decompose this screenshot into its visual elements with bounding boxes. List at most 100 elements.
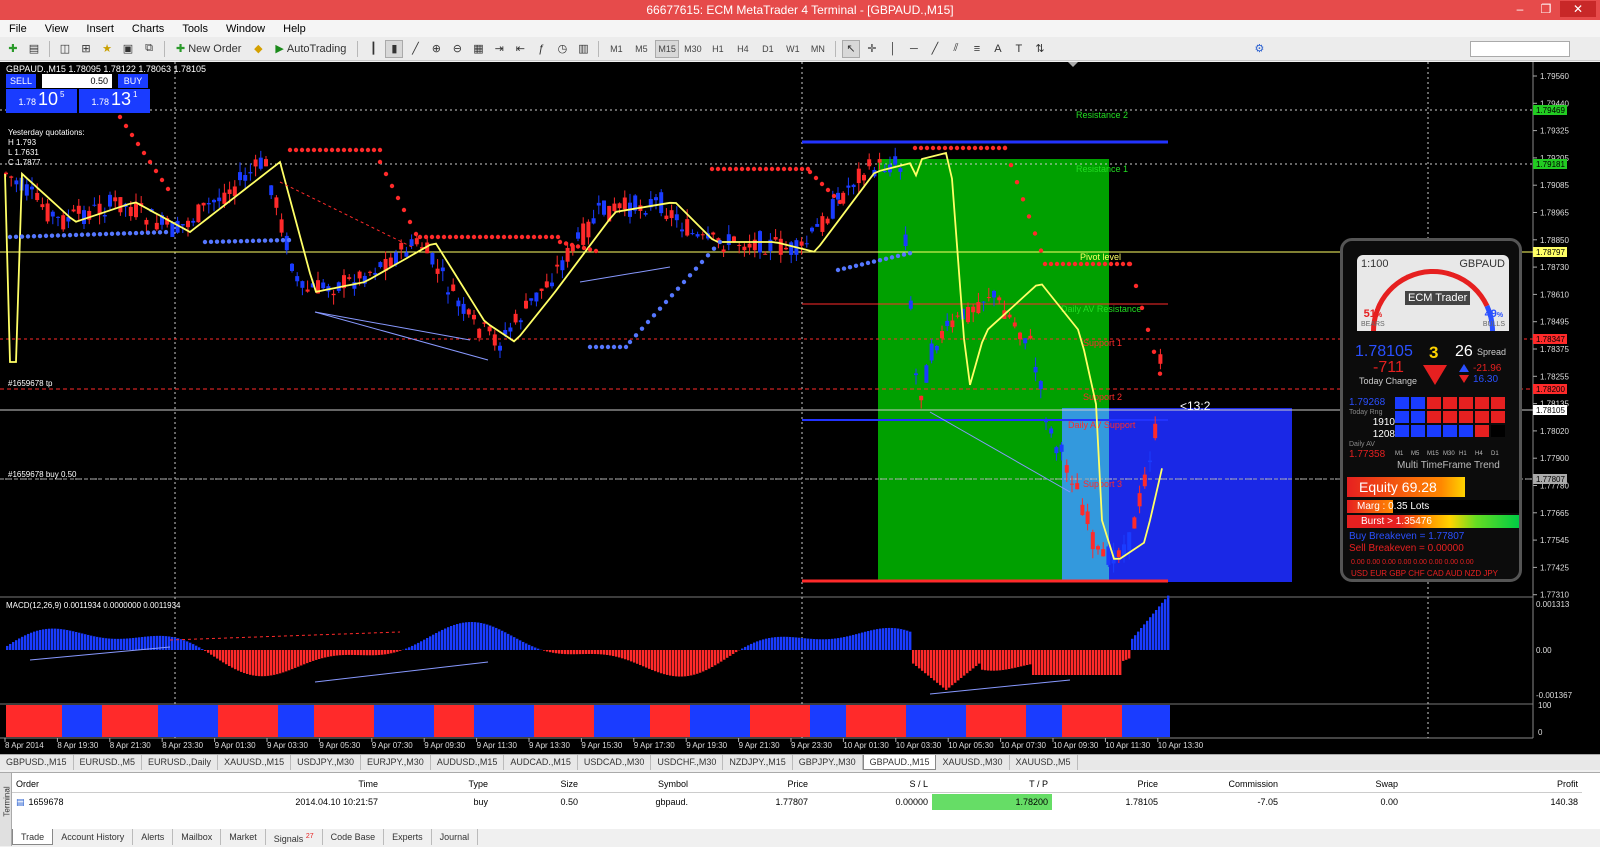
tab-trade[interactable]: Trade [12, 829, 53, 845]
timeframe-m5[interactable]: M5 [630, 40, 652, 58]
minimize-button[interactable]: – [1508, 1, 1532, 17]
candlestick-icon[interactable]: ▮ [385, 40, 403, 58]
periods-icon[interactable]: ◷ [553, 40, 571, 58]
menu-file[interactable]: File [0, 23, 36, 35]
col-profit[interactable]: Profit [1402, 776, 1582, 792]
chart-tab[interactable]: XAUUSD.,M5 [1010, 755, 1078, 770]
menu-tools[interactable]: Tools [173, 23, 217, 35]
market-watch-icon[interactable]: ◫ [56, 40, 74, 58]
chart-tab[interactable]: AUDUSD.,M15 [431, 755, 505, 770]
chart-tab[interactable]: EURUSD.,Daily [142, 755, 218, 770]
timeframe-mn[interactable]: MN [807, 40, 829, 58]
chart-area[interactable]: Resistance 2Resistance 1Pivot levelDaily… [0, 62, 1600, 754]
menu-view[interactable]: View [36, 23, 78, 35]
tester-icon[interactable]: ⧉ [140, 40, 158, 58]
fibonacci-icon[interactable]: ≡ [968, 40, 986, 58]
trendline-icon[interactable]: ╱ [926, 40, 944, 58]
tab-account-history[interactable]: Account History [53, 829, 133, 845]
chart-tab[interactable]: USDJPY.,M30 [291, 755, 361, 770]
close-button[interactable]: ✕ [1560, 1, 1596, 17]
data-window-icon[interactable]: ⊞ [77, 40, 95, 58]
col-commission[interactable]: Commission [1162, 776, 1282, 792]
horizontal-line-icon[interactable]: ─ [905, 40, 923, 58]
timeframe-m30[interactable]: M30 [682, 40, 704, 58]
buy-price-button[interactable]: 1.78 13 1 [79, 89, 150, 113]
autoscroll-icon[interactable]: ⇥ [490, 40, 508, 58]
col-type[interactable]: Type [382, 776, 492, 792]
autotrading-button[interactable]: ▶AutoTrading [270, 40, 351, 58]
col-swap[interactable]: Swap [1282, 776, 1402, 792]
tile-icon[interactable]: ▦ [469, 40, 487, 58]
arrows-icon[interactable]: ⇅ [1031, 40, 1049, 58]
stoch-bar [502, 705, 506, 737]
tab-market[interactable]: Market [221, 829, 266, 845]
col-symbol[interactable]: Symbol [582, 776, 692, 792]
table-row[interactable]: ▤1659678 2014.04.10 10:21:57 buy 0.50 gb… [12, 794, 1582, 810]
col-size[interactable]: Size [492, 776, 582, 792]
tab-alerts[interactable]: Alerts [133, 829, 173, 845]
chart-tab[interactable]: USDCHF.,M30 [651, 755, 723, 770]
timeframe-m15[interactable]: M15 [655, 40, 679, 58]
timeframe-d1[interactable]: D1 [757, 40, 779, 58]
col-time[interactable]: Time [162, 776, 382, 792]
metaeditor-icon[interactable]: ◆ [249, 40, 267, 58]
buy-button[interactable]: BUY [118, 74, 148, 88]
timeframe-m1[interactable]: M1 [605, 40, 627, 58]
row-sl[interactable]: 0.00000 [812, 794, 932, 810]
new-chart-icon[interactable]: ✚ [4, 40, 22, 58]
chart-tab[interactable]: GBPAUD.,M15 [863, 755, 937, 770]
chart-shift-icon[interactable]: ⇤ [511, 40, 529, 58]
chart-tab[interactable]: AUDCAD.,M15 [504, 755, 578, 770]
terminal-icon[interactable]: ▣ [119, 40, 137, 58]
chart-tab[interactable]: USDCAD.,M30 [578, 755, 652, 770]
chart-tab[interactable]: EURUSD.,M5 [74, 755, 143, 770]
templates-icon[interactable]: ▥ [574, 40, 592, 58]
tab-code-base[interactable]: Code Base [323, 829, 385, 845]
line-chart-icon[interactable]: ╱ [406, 40, 424, 58]
col-current-price[interactable]: Price [1052, 776, 1162, 792]
menu-help[interactable]: Help [274, 23, 315, 35]
sell-button[interactable]: SELL [6, 74, 36, 88]
row-tp[interactable]: 1.78200 [932, 794, 1052, 810]
bar-chart-icon[interactable]: ┃ [364, 40, 382, 58]
chart-tab[interactable]: EURJPY.,M30 [361, 755, 431, 770]
col-order[interactable]: Order [12, 776, 162, 792]
chart-tab[interactable]: GBPJPY.,M30 [793, 755, 863, 770]
col-price[interactable]: Price [692, 776, 812, 792]
text-icon[interactable]: A [989, 40, 1007, 58]
indicators-icon[interactable]: ƒ [532, 40, 550, 58]
menu-charts[interactable]: Charts [123, 23, 173, 35]
col-sl[interactable]: S / L [812, 776, 932, 792]
text-label-icon[interactable]: T [1010, 40, 1028, 58]
crosshair-icon[interactable]: ✛ [863, 40, 881, 58]
zoom-out-icon[interactable]: ⊖ [448, 40, 466, 58]
chart-tab[interactable]: XAUUSD.,M30 [936, 755, 1009, 770]
settings-gear-icon[interactable]: ⚙ [1250, 40, 1268, 58]
candle-body [108, 195, 112, 207]
tab-experts[interactable]: Experts [384, 829, 432, 845]
lot-size-input[interactable]: 0.50 [42, 74, 112, 88]
tab-journal[interactable]: Journal [432, 829, 479, 845]
navigator-icon[interactable]: ★ [98, 40, 116, 58]
tab-mailbox[interactable]: Mailbox [173, 829, 221, 845]
restore-button[interactable]: ❐ [1534, 1, 1558, 17]
chart-tab[interactable]: NZDJPY.,M15 [723, 755, 792, 770]
col-tp[interactable]: T / P [932, 776, 1052, 792]
search-input[interactable] [1470, 41, 1570, 57]
bulls-pct-sign: % [1497, 312, 1503, 319]
channel-icon[interactable]: ⫽ [947, 40, 965, 58]
zoom-in-icon[interactable]: ⊕ [427, 40, 445, 58]
tab-signals[interactable]: Signals 27 [266, 829, 323, 845]
timeframe-h1[interactable]: H1 [707, 40, 729, 58]
menu-insert[interactable]: Insert [77, 23, 123, 35]
cursor-icon[interactable]: ↖ [842, 40, 860, 58]
timeframe-h4[interactable]: H4 [732, 40, 754, 58]
menu-window[interactable]: Window [217, 23, 274, 35]
chart-tab[interactable]: GBPUSD.,M15 [0, 755, 74, 770]
timeframe-w1[interactable]: W1 [782, 40, 804, 58]
vertical-line-icon[interactable]: │ [884, 40, 902, 58]
chart-tab[interactable]: XAUUSD.,M15 [218, 755, 291, 770]
sell-price-button[interactable]: 1.78 10 5 [6, 89, 77, 113]
new-order-button[interactable]: ✚New Order [171, 40, 246, 58]
profiles-icon[interactable]: ▤ [25, 40, 43, 58]
